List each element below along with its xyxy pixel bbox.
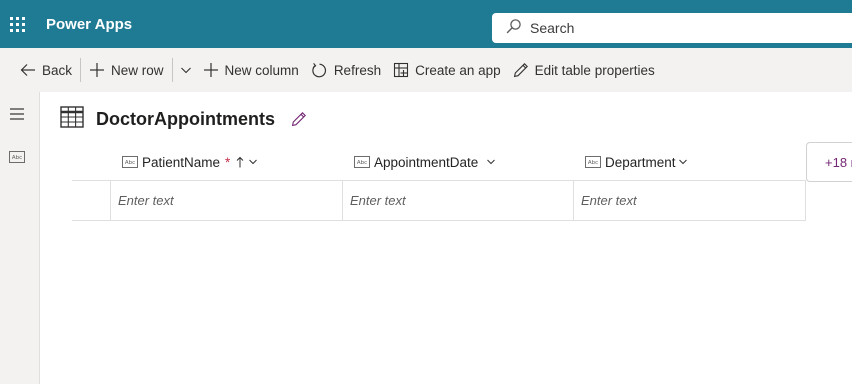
divider <box>80 58 82 82</box>
column-label: PatientName <box>142 154 221 170</box>
new-row-cell-patientname[interactable]: Enter text <box>110 181 342 220</box>
svg-text:Abc: Abc <box>588 160 598 166</box>
svg-text:Abc: Abc <box>12 155 22 161</box>
more-columns-button[interactable]: +18 m <box>806 142 852 182</box>
abc-field-icon: Abc <box>585 156 601 168</box>
table-header: DoctorAppointments <box>60 104 307 134</box>
app-launcher-icon[interactable] <box>0 0 34 48</box>
search-input[interactable]: Search <box>492 13 852 43</box>
hamburger-icon[interactable] <box>7 104 27 124</box>
plus-icon <box>89 62 105 78</box>
required-indicator: * <box>225 154 231 170</box>
app-header: Power Apps Search <box>0 0 852 48</box>
abc-field-icon: Abc <box>122 156 138 168</box>
chevron-down-icon <box>248 157 258 167</box>
new-row-cell-department[interactable]: Enter text <box>573 181 806 220</box>
svg-text:Abc: Abc <box>125 160 135 166</box>
pencil-icon <box>513 62 529 78</box>
create-app-button[interactable]: Create an app <box>387 54 507 86</box>
refresh-label: Refresh <box>333 62 382 78</box>
divider <box>72 220 806 221</box>
edit-table-properties-button[interactable]: Edit table properties <box>507 54 661 86</box>
new-column-button[interactable]: New column <box>197 54 305 86</box>
pencil-icon[interactable] <box>291 111 307 127</box>
new-row-cell-appointmentdate[interactable]: Enter text <box>342 181 573 220</box>
create-app-label: Create an app <box>415 62 501 78</box>
chevron-down-icon <box>486 157 496 167</box>
command-bar: Back New row New column Refresh Create a… <box>0 48 852 92</box>
chevron-down-icon <box>678 157 688 167</box>
refresh-icon <box>311 62 328 79</box>
refresh-button[interactable]: Refresh <box>305 54 387 86</box>
page-title: DoctorAppointments <box>96 108 275 129</box>
edit-table-properties-label: Edit table properties <box>534 62 655 78</box>
svg-text:Abc: Abc <box>357 160 367 166</box>
new-column-label: New column <box>224 62 299 78</box>
back-label: Back <box>42 62 73 78</box>
plus-icon <box>203 62 219 78</box>
grid-add-icon <box>393 62 409 78</box>
column-header-department[interactable]: Abc Department <box>585 148 688 176</box>
new-row-chevron-down-icon[interactable] <box>175 54 197 86</box>
new-row-label: New row <box>111 62 164 78</box>
abc-field-icon[interactable]: Abc <box>7 147 27 167</box>
divider <box>171 58 173 82</box>
abc-field-icon: Abc <box>354 156 370 168</box>
new-row-button[interactable]: New row <box>83 54 170 86</box>
search-placeholder: Search <box>530 20 575 36</box>
arrow-left-icon <box>20 62 36 78</box>
arrow-up-icon <box>236 156 244 168</box>
left-rail: Abc <box>0 92 40 384</box>
column-label: Department <box>605 154 676 170</box>
search-icon <box>506 18 522 39</box>
table-icon <box>60 105 84 133</box>
app-title[interactable]: Power Apps <box>46 16 132 33</box>
column-label: AppointmentDate <box>374 154 479 170</box>
back-button[interactable]: Back <box>14 54 78 86</box>
column-header-appointmentdate[interactable]: Abc AppointmentDate <box>354 148 496 176</box>
column-header-patientname[interactable]: Abc PatientName * <box>122 148 258 176</box>
